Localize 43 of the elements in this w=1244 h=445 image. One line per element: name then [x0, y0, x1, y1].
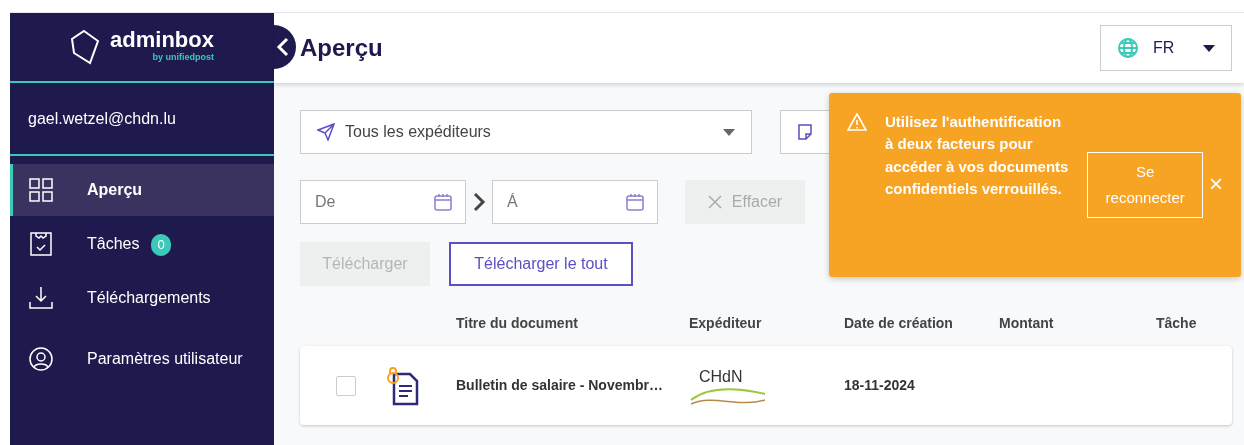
note-icon: [797, 123, 813, 141]
sidebar-item[interactable]: Paramètres utilisateur: [10, 333, 274, 385]
column-header[interactable]: Tâche: [1156, 312, 1232, 334]
sidebar-item[interactable]: Tâches 0: [10, 218, 274, 270]
calendar-icon: [626, 193, 644, 211]
sidebar-item-label: Tâches: [87, 235, 140, 252]
page-title: Aperçu: [300, 33, 383, 63]
sidebar-item[interactable]: Téléchargements: [10, 272, 274, 324]
caret-icon: [1203, 44, 1215, 52]
brand-tagline: by unifiedpost: [151, 51, 214, 65]
document-row[interactable]: Bulletin de salaire - Novembr… CHdN 18-11-2024: [300, 346, 1232, 425]
grid-icon: [29, 178, 53, 202]
count-badge: 0: [151, 234, 171, 256]
chevron-left-icon: [276, 37, 290, 57]
row-checkbox[interactable]: [336, 375, 356, 396]
download-all-button[interactable]: Télécharger le tout: [449, 242, 633, 286]
user-email: gael.wetzel@chdn.lu: [28, 110, 176, 127]
notification-message: Utilisez l'authentification à deux facteurs pour accéder à vos documents confidentiels verrouillés.: [885, 112, 1070, 200]
sender-dropdown[interactable]: Tous les expéditeurs: [300, 110, 752, 154]
column-header[interactable]: Expéditeur: [689, 312, 844, 334]
download-icon: [29, 286, 53, 310]
clipboard-check-icon: [29, 232, 53, 256]
column-header[interactable]: Date de création: [844, 312, 999, 334]
warning-icon: [847, 113, 867, 131]
locked-document-icon: [386, 365, 420, 406]
to-date-field[interactable]: Á: [492, 180, 658, 224]
x-icon: [707, 195, 722, 209]
column-header[interactable]: Montant: [999, 312, 1156, 334]
creation-date: 18-11-2024: [844, 376, 916, 395]
document-title[interactable]: Bulletin de salaire - Novembr…: [456, 375, 689, 396]
caret-icon: [723, 128, 735, 136]
from-date-field[interactable]: De: [300, 180, 466, 224]
user-circle-icon: [29, 347, 53, 371]
brand-name: adminbox: [110, 29, 214, 52]
sender-logo: CHdN: [689, 363, 767, 408]
language-select[interactable]: FR: [1100, 25, 1232, 71]
paper-plane-icon: [317, 123, 335, 141]
column-header[interactable]: Titre du document: [456, 312, 689, 334]
sidebar-item[interactable]: Aperçu: [10, 164, 274, 216]
logo-icon: [70, 29, 101, 65]
globe-icon: [1117, 37, 1139, 59]
calendar-icon: [434, 193, 452, 211]
chevron-right-icon: [472, 192, 486, 212]
